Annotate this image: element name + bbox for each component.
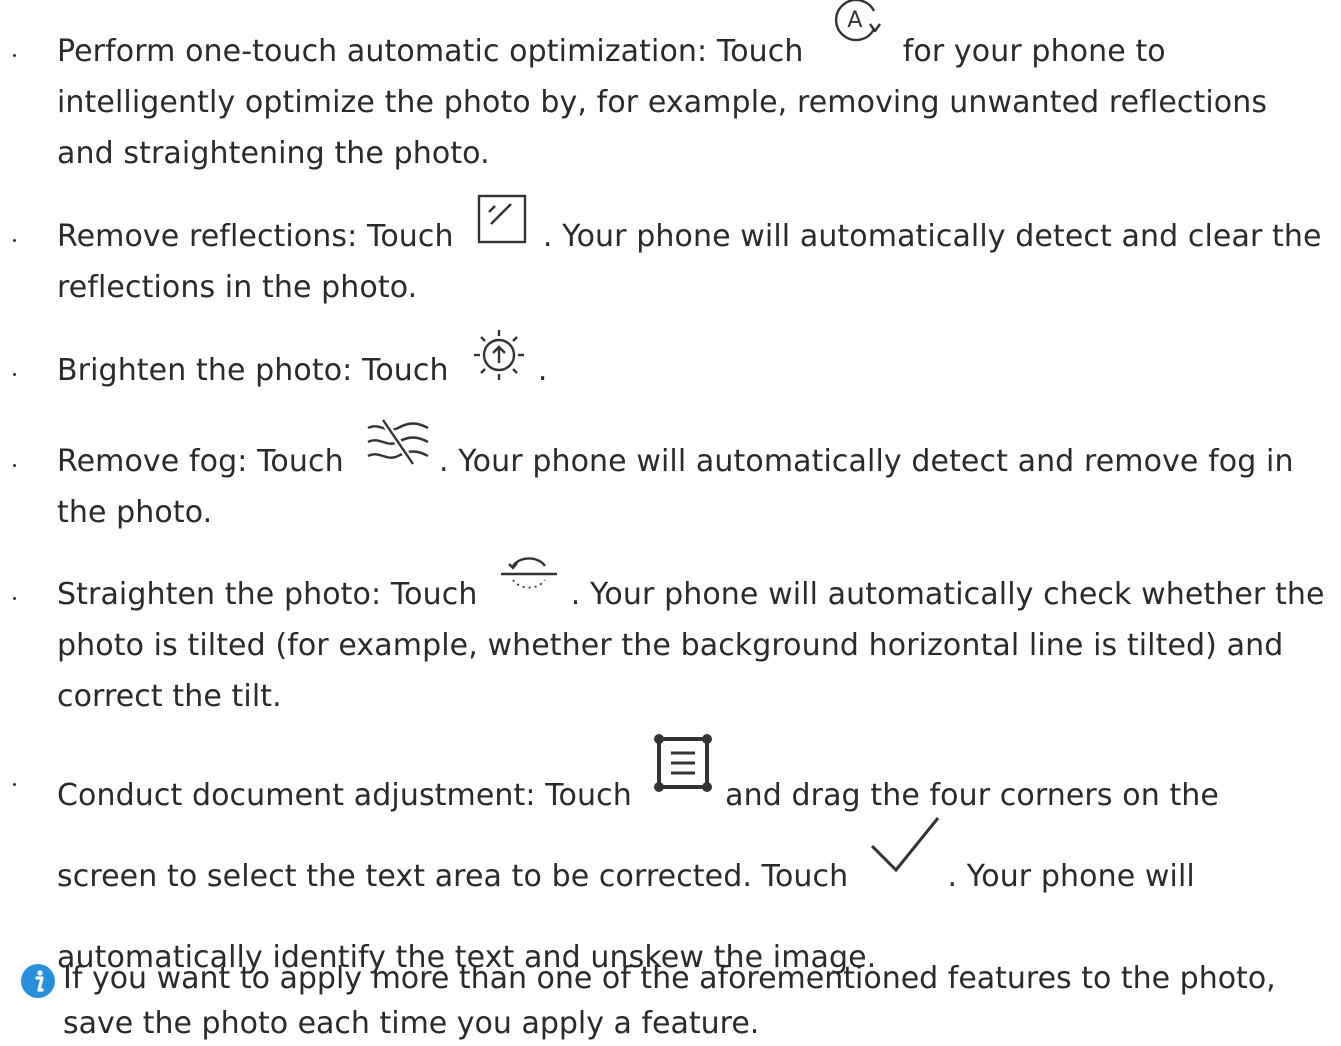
defog-icon	[365, 418, 429, 471]
list-item-straighten: Straighten the photo: Touch . Your phone…	[57, 557, 1327, 722]
item-text-before: Remove fog: Touch	[57, 444, 344, 479]
straighten-icon	[499, 557, 561, 604]
bullet	[9, 436, 19, 487]
list-item-remove-fog: Remove fog: Touch . Your phone will auto…	[57, 418, 1327, 538]
item-text-before: Remove reflections: Touch	[57, 219, 454, 254]
auto-optimize-icon: A	[827, 0, 887, 61]
svg-text:A: A	[848, 8, 863, 33]
checkmark-icon	[868, 817, 940, 886]
bullet	[9, 345, 19, 396]
item-text-after: .	[537, 353, 548, 388]
item-text-before: Straighten the photo: Touch	[57, 577, 478, 612]
list-item-remove-reflections: Remove reflections: Touch . Your phone w…	[57, 194, 1327, 313]
bullet	[9, 211, 19, 262]
bullet	[9, 26, 19, 77]
bullet	[9, 569, 19, 620]
list-item-auto-optimize: Perform one-touch automatic optimization…	[57, 0, 1327, 179]
brighten-icon	[470, 330, 528, 380]
info-icon	[20, 963, 56, 999]
document-adjust-icon	[651, 734, 715, 805]
bullet	[9, 755, 19, 806]
list-item-brighten: Brighten the photo: Touch .	[57, 330, 1327, 396]
item-text-before: Perform one-touch automatic optimization…	[57, 34, 804, 69]
item-text-before: Brighten the photo: Touch	[57, 353, 449, 388]
remove-reflection-icon	[475, 194, 533, 246]
item-text-before: Conduct document adjustment: Touch	[57, 778, 632, 813]
note-text: If you want to apply more than one of th…	[63, 961, 1276, 1041]
